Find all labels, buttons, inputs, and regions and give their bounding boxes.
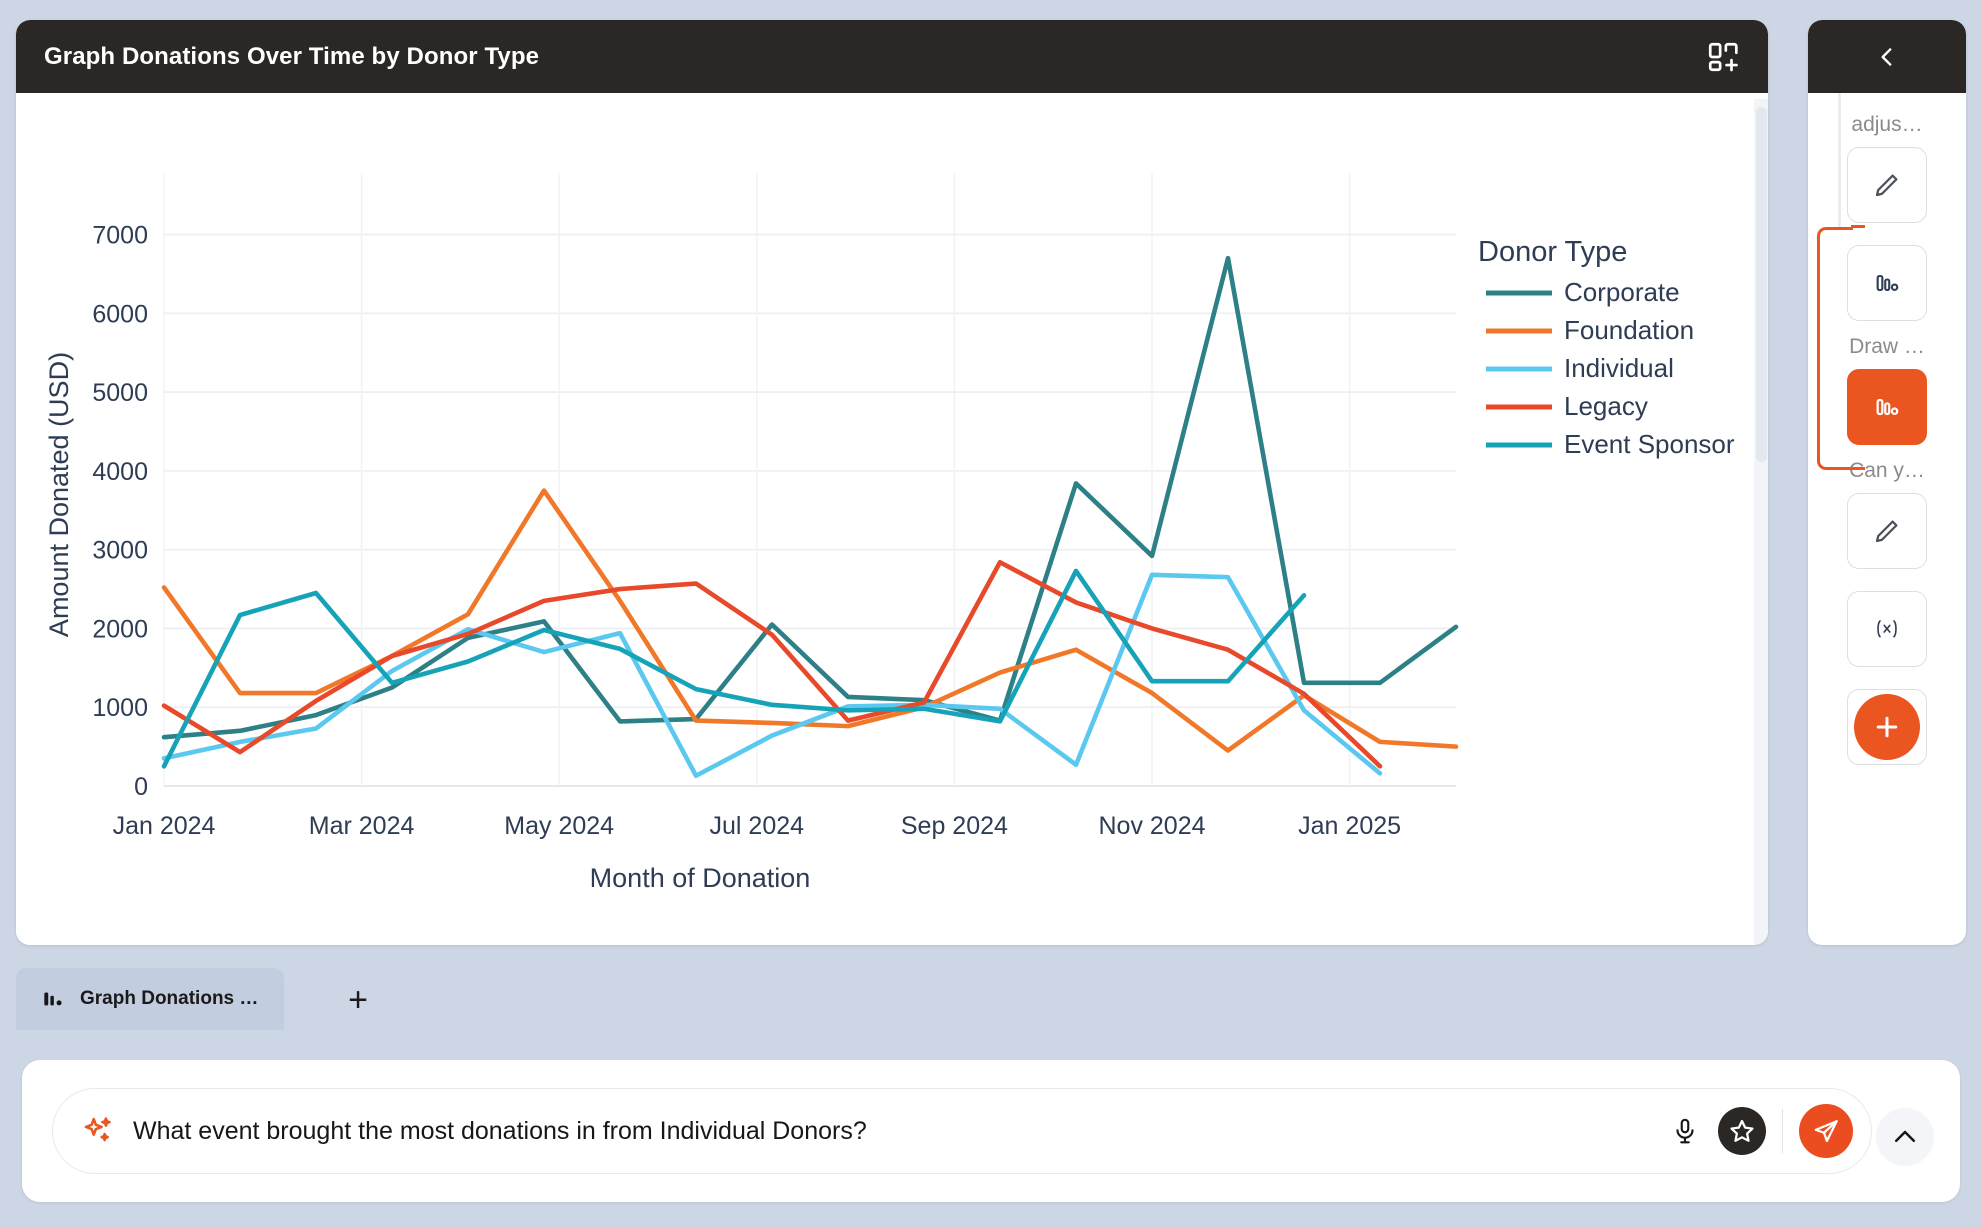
pencil-icon (1872, 170, 1902, 200)
chart-scrollbar-thumb[interactable] (1756, 107, 1767, 462)
prompt-bar: What event brought the most donations in… (22, 1060, 1960, 1202)
legend-label-legacy: Legacy (1564, 391, 1648, 421)
tab-label: Graph Donations … (80, 988, 258, 1010)
add-fab[interactable] (1854, 694, 1920, 760)
chevron-up-icon (1890, 1122, 1920, 1152)
pencil-icon (1872, 516, 1902, 546)
chart-scrollbar-track[interactable] (1754, 99, 1768, 945)
bar-chart-icon (40, 986, 66, 1012)
tab-graph-donations[interactable]: Graph Donations … (16, 968, 284, 1030)
prompt-collapse-button[interactable] (1876, 1108, 1934, 1166)
y-tick-label: 5000 (92, 379, 148, 407)
x-tick-label: Nov 2024 (1098, 812, 1205, 840)
y-tick-label: 7000 (92, 222, 148, 250)
action-divider (1782, 1109, 1784, 1153)
legend-title: Donor Type (1478, 236, 1627, 268)
function-x-icon (1870, 612, 1904, 646)
y-tick-label: 6000 (92, 300, 148, 328)
microphone-button[interactable] (1662, 1108, 1708, 1154)
sidebar-connector-stub-top (1851, 225, 1865, 228)
microphone-icon (1670, 1116, 1700, 1146)
sidebar-function-button[interactable] (1847, 591, 1927, 667)
series-line-foundation (164, 491, 1456, 751)
sidebar-add-button[interactable] (1847, 689, 1927, 765)
series-line-individual (164, 575, 1380, 776)
star-icon (1728, 1117, 1756, 1145)
legend-label-corporate: Corporate (1564, 277, 1680, 307)
chevron-left-icon (1874, 44, 1900, 70)
x-tick-label: Mar 2024 (309, 812, 415, 840)
plus-icon: + (348, 983, 368, 1017)
sidebar-edit-button-1[interactable] (1847, 493, 1927, 569)
favorite-button[interactable] (1718, 1107, 1766, 1155)
chart-panel: Graph Donations Over Time by Donor Type … (16, 20, 1768, 945)
dashboard-add-icon[interactable] (1706, 40, 1740, 74)
y-axis-title: Amount Donated (USD) (44, 352, 74, 637)
y-tick-label: 3000 (92, 537, 148, 565)
sidebar-edit-button-0[interactable] (1847, 147, 1927, 223)
bar-chart-icon (1873, 269, 1901, 297)
series-line-corporate (164, 258, 1456, 737)
prompt-actions (1662, 1104, 1854, 1158)
x-tick-label: Jan 2025 (1298, 812, 1401, 840)
chart-panel-header: Graph Donations Over Time by Donor Type (16, 20, 1768, 93)
app-root: Graph Donations Over Time by Donor Type … (0, 0, 1982, 1228)
new-tab-button[interactable]: + (332, 976, 384, 1024)
sidebar-body: adjus… Draw … (1808, 93, 1966, 945)
tab-strip: Graph Donations … + (0, 968, 1982, 1030)
plot-area: 0 1000 2000 3000 4000 5000 6000 7000 Jan 2024 Mar… (16, 93, 1753, 945)
send-icon (1811, 1116, 1841, 1146)
sidebar-chart-button-0[interactable] (1847, 245, 1927, 321)
chart-body: 0 1000 2000 3000 4000 5000 6000 7000 Jan 2024 Mar… (16, 93, 1768, 945)
y-tick-label: 4000 (92, 458, 148, 486)
plus-icon (1872, 712, 1902, 742)
prompt-input-container[interactable]: What event brought the most donations in… (52, 1088, 1872, 1174)
sidebar-collapse-button[interactable] (1808, 20, 1966, 93)
prompt-input[interactable]: What event brought the most donations in… (133, 1117, 1662, 1146)
sparkle-icon (81, 1114, 115, 1148)
send-button[interactable] (1799, 1104, 1853, 1158)
y-tick-label: 2000 (92, 615, 148, 643)
y-tick-label: 0 (134, 773, 148, 801)
x-tick-label: Jan 2024 (113, 812, 216, 840)
x-axis-title: Month of Donation (590, 863, 811, 893)
x-tick-label: May 2024 (504, 812, 614, 840)
sidebar-connector-stub-bottom (1851, 467, 1865, 470)
legend-label-foundation: Foundation (1564, 315, 1694, 345)
line-chart[interactable]: 0 1000 2000 3000 4000 5000 6000 7000 Jan 2024 Mar… (16, 93, 1753, 945)
sidebar-rail (1838, 93, 1841, 229)
legend-label-event-sponsor: Event Sponsor (1564, 429, 1735, 459)
x-tick-label: Jul 2024 (710, 812, 805, 840)
y-tick-label: 1000 (92, 694, 148, 722)
x-tick-label: Sep 2024 (901, 812, 1008, 840)
page-title: Graph Donations Over Time by Donor Type (44, 43, 539, 71)
legend-label-individual: Individual (1564, 353, 1674, 383)
sidebar-chart-button-1[interactable] (1847, 369, 1927, 445)
right-sidebar: adjus… Draw … (1808, 20, 1966, 945)
bar-chart-icon (1873, 393, 1901, 421)
sidebar-group-label-0: adjus… (1808, 113, 1966, 137)
